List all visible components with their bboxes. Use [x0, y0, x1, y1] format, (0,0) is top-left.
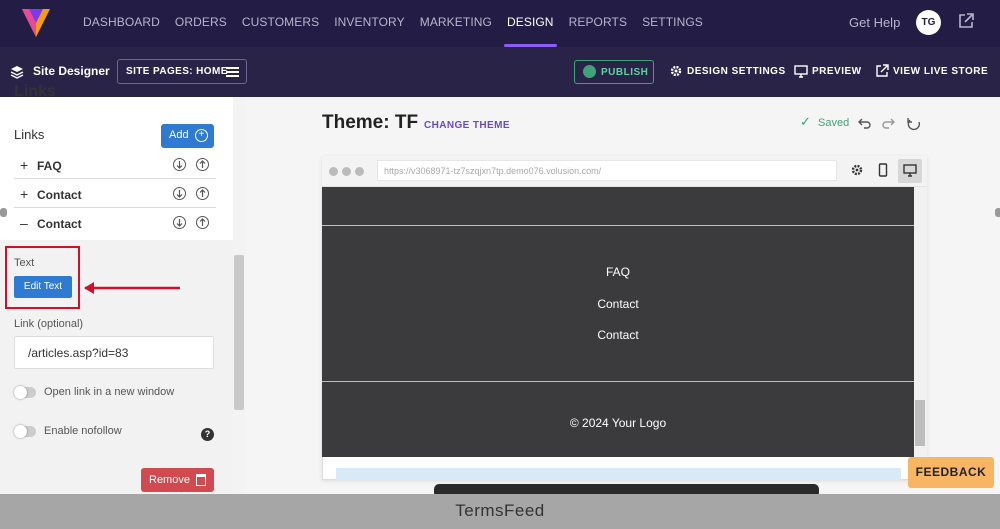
nav-customers[interactable]: CUSTOMERS	[242, 0, 319, 47]
nav-design[interactable]: DESIGN	[503, 0, 557, 47]
divider	[322, 225, 914, 226]
remove-label: Remove	[149, 474, 190, 486]
preview-button[interactable]: PREVIEW	[794, 65, 862, 78]
external-link-icon	[876, 64, 889, 77]
move-down-icon[interactable]	[173, 216, 186, 229]
expand-icon[interactable]: +	[20, 157, 28, 173]
site-designer-label: Site Designer	[33, 64, 110, 78]
link-label: Contact	[37, 217, 82, 231]
move-up-icon[interactable]	[196, 187, 209, 200]
nav-orders[interactable]: ORDERS	[175, 0, 227, 47]
gear-icon	[670, 65, 682, 77]
site-pages-label: SITE PAGES: HOME	[126, 66, 228, 77]
preview-bottom-strip	[336, 468, 901, 480]
link-url-input[interactable]: /articles.asp?id=83	[14, 336, 214, 369]
links-heading: Links	[14, 127, 45, 142]
mobile-icon[interactable]	[876, 163, 890, 177]
expand-icon[interactable]: +	[20, 186, 28, 202]
menu-icon	[226, 67, 239, 77]
check-icon: ✓	[800, 114, 811, 129]
copyright-text: © 2024 Your Logo	[569, 416, 667, 430]
address-bar: https://v3068971-tz7szqjxn7tp.demo076.vo…	[377, 160, 837, 181]
get-help-link[interactable]: Get Help	[849, 15, 900, 30]
window-dot	[329, 167, 338, 176]
panel-title: Links	[14, 83, 56, 100]
link-optional-label: Link (optional)	[14, 318, 84, 330]
saved-status: Saved	[818, 117, 850, 129]
right-resize-handle[interactable]	[995, 208, 1000, 217]
footer-link[interactable]: FAQ	[540, 265, 696, 279]
window-dot	[342, 167, 351, 176]
link-item[interactable]: + FAQ	[14, 150, 216, 179]
highlight-box	[5, 246, 80, 309]
gear-icon[interactable]	[850, 163, 864, 177]
left-resize-handle[interactable]	[0, 208, 7, 217]
termsfeed-banner: TermsFeed	[0, 494, 1000, 529]
refresh-icon[interactable]	[907, 116, 922, 131]
collapse-icon[interactable]: –	[20, 215, 28, 231]
undo-icon[interactable]	[857, 116, 872, 131]
feedback-button[interactable]: FEEDBACK	[908, 457, 994, 488]
view-live-store-button[interactable]: VIEW LIVE STORE	[876, 64, 989, 77]
external-link-icon[interactable]	[957, 12, 975, 30]
move-down-icon[interactable]	[173, 187, 186, 200]
open-new-window-toggle[interactable]	[14, 386, 36, 399]
volusion-logo[interactable]	[20, 5, 52, 39]
add-label: Add	[169, 129, 189, 141]
avatar[interactable]: TG	[916, 10, 941, 35]
site-pages-dropdown[interactable]: SITE PAGES: HOME	[117, 59, 247, 84]
publish-button[interactable]: PUBLISH	[574, 60, 654, 84]
layers-icon	[10, 66, 24, 79]
move-up-icon[interactable]	[196, 216, 209, 229]
window-dot	[355, 167, 364, 176]
open-new-window-label: Open link in a new window	[44, 386, 175, 398]
footer-link[interactable]: Contact	[540, 297, 696, 311]
link-item-expanded[interactable]: – Contact	[14, 208, 216, 237]
redo-icon[interactable]	[881, 116, 896, 131]
arrow-left-icon	[84, 282, 180, 294]
add-link-button[interactable]: Add +	[161, 124, 214, 148]
trash-icon	[196, 474, 206, 486]
link-item[interactable]: + Contact	[14, 179, 216, 208]
main-menu: DASHBOARD ORDERS CUSTOMERS INVENTORY MAR…	[83, 0, 718, 47]
link-label: Contact	[37, 188, 82, 202]
divider	[322, 381, 914, 382]
nav-dashboard[interactable]: DASHBOARD	[83, 0, 160, 47]
panel-scroll-thumb[interactable]	[234, 255, 244, 410]
nav-inventory[interactable]: INVENTORY	[334, 0, 404, 47]
globe-icon	[583, 65, 596, 78]
preview-label: PREVIEW	[812, 66, 862, 77]
link-label: FAQ	[37, 159, 62, 173]
remove-button[interactable]: Remove	[141, 468, 214, 492]
view-live-store-label: VIEW LIVE STORE	[893, 66, 989, 77]
nav-marketing[interactable]: MARKETING	[420, 0, 492, 47]
change-theme-link[interactable]: CHANGE THEME	[424, 120, 510, 131]
preview-scroll-thumb[interactable]	[915, 400, 925, 446]
move-up-icon[interactable]	[196, 158, 209, 171]
theme-title: Theme: TF	[322, 112, 419, 133]
design-settings-button[interactable]: DESIGN SETTINGS	[670, 65, 786, 77]
desktop-icon	[903, 164, 917, 177]
nav-reports[interactable]: REPORTS	[569, 0, 628, 47]
plus-circle-icon: +	[195, 129, 208, 142]
help-icon[interactable]: ?	[201, 428, 214, 441]
footer-link[interactable]: Contact	[540, 328, 696, 342]
nofollow-label: Enable nofollow	[44, 425, 122, 437]
publish-label: PUBLISH	[601, 67, 649, 78]
move-down-icon[interactable]	[173, 158, 186, 171]
nav-settings[interactable]: SETTINGS	[642, 0, 703, 47]
nofollow-toggle[interactable]	[14, 425, 36, 438]
design-settings-label: DESIGN SETTINGS	[687, 66, 786, 77]
monitor-icon	[794, 65, 808, 78]
